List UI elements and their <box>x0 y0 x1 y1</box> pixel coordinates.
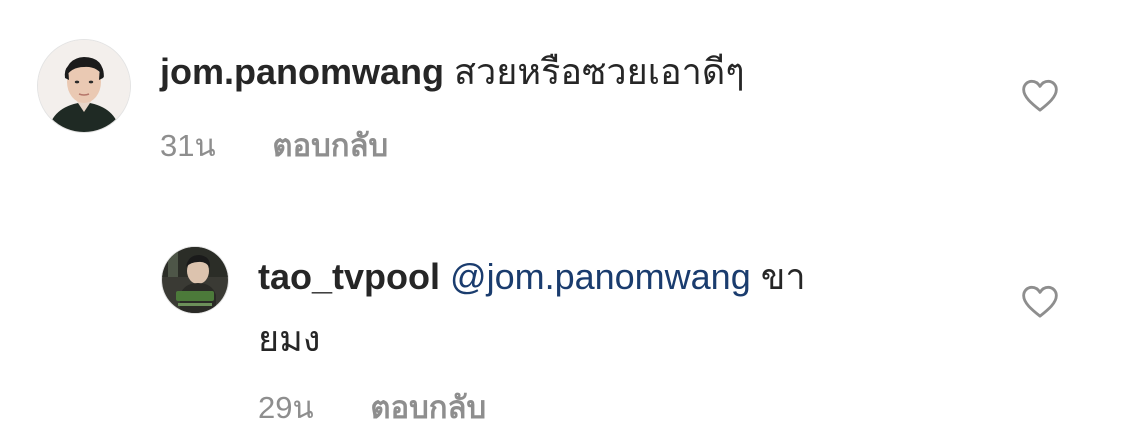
reply-button[interactable]: ตอบกลับ <box>272 128 388 163</box>
comment-body: ขา <box>760 256 806 297</box>
avatar[interactable] <box>162 247 228 313</box>
comment-meta: 29น ตอบกลับ <box>258 382 486 426</box>
comment-username[interactable]: jom.panomwang <box>160 51 444 92</box>
like-button[interactable] <box>1020 282 1060 322</box>
mention-link[interactable]: @jom.panomwang <box>450 256 751 297</box>
comment-text: jom.panomwang สวยหรือซวยเอาดีๆ <box>160 41 980 103</box>
comment-timestamp: 31น <box>160 128 216 163</box>
comment-meta: 31น ตอบกลับ <box>160 120 388 170</box>
reply-button[interactable]: ตอบกลับ <box>370 390 486 425</box>
heart-outline-icon <box>1022 79 1058 112</box>
comments-panel: jom.panomwang สวยหรือซวยเอาดีๆ 31น ตอบกล… <box>0 0 1125 426</box>
avatar[interactable] <box>38 40 130 132</box>
comment-text: tao_tvpool @jom.panomwang ขา ยมง <box>258 246 938 370</box>
comment-body-continued: ยมง <box>258 318 321 359</box>
profile-photo-icon <box>38 40 130 132</box>
profile-photo-icon <box>162 247 228 313</box>
comment-timestamp: 29น <box>258 390 314 425</box>
badge-label <box>176 291 214 301</box>
like-button[interactable] <box>1020 76 1060 116</box>
comment-body: สวยหรือซวยเอาดีๆ <box>454 51 745 92</box>
comment-username[interactable]: tao_tvpool <box>258 256 440 297</box>
heart-outline-icon <box>1022 285 1058 318</box>
